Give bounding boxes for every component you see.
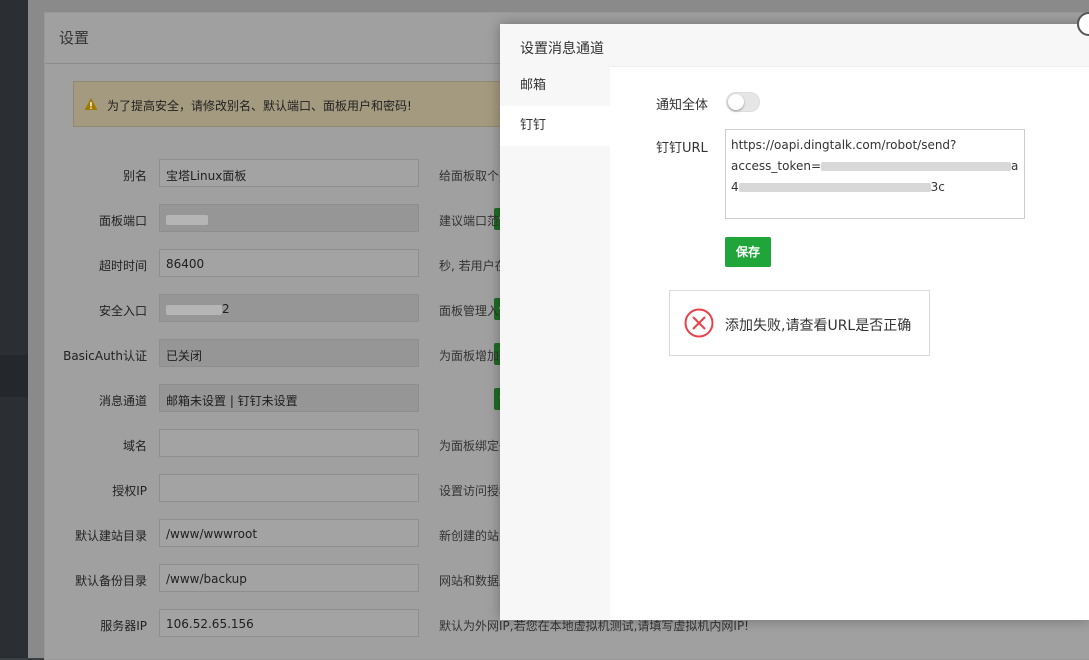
settings-row-label: 默认备份目录: [74, 574, 147, 588]
settings-row-value: 已关闭: [166, 349, 203, 363]
url-line-3-tail: 3c: [930, 180, 945, 194]
toggle-knob: [728, 94, 744, 110]
error-message: 添加失败,请查看URL是否正确: [725, 318, 912, 334]
settings-row-label: 服务器IP: [100, 619, 147, 633]
redacted-value: [166, 304, 222, 315]
settings-row-label: 授权IP: [112, 484, 147, 498]
modal-header: 设置消息通道: [500, 24, 1089, 67]
settings-row-input[interactable]: 宝塔Linux面板: [159, 159, 419, 187]
settings-row-label: 默认建站目录: [74, 529, 147, 543]
settings-row-input[interactable]: 修改: [159, 204, 517, 248]
error-circle-icon: [684, 308, 714, 338]
settings-row-label: 超时时间: [98, 259, 147, 273]
url-line-2-prefix: access_token=: [731, 159, 822, 173]
page-title: 设置: [59, 29, 90, 47]
settings-row-input[interactable]: [159, 474, 419, 502]
settings-row-input[interactable]: /www/wwwroot: [159, 519, 419, 547]
url-line-3-prefix: 4: [731, 180, 739, 194]
settings-row-input[interactable]: 86400: [159, 249, 419, 277]
left-sidebar: [0, 0, 28, 658]
warning-text: 为了提高安全，请修改别名、默认端口、面板用户和密码!: [107, 99, 412, 113]
settings-row-value: 2: [222, 302, 230, 316]
notify-all-toggle[interactable]: [726, 92, 760, 112]
redacted-value: [166, 214, 208, 225]
url-label: 钉钉URL: [656, 141, 708, 156]
modal-tabs: 邮箱 钉钉: [500, 66, 610, 620]
settings-row-value: 106.52.65.156: [166, 617, 254, 631]
settings-row-label: 安全入口: [98, 304, 147, 318]
settings-row-hint: 秒, 若用户在: [439, 259, 507, 273]
redacted-token: [821, 162, 1012, 171]
settings-row-input[interactable]: 2修改: [159, 294, 517, 338]
settings-row-label: 面板端口: [98, 214, 147, 228]
settings-row-input[interactable]: 106.52.65.156: [159, 609, 419, 637]
settings-row-value: 邮箱未设置 | 钉钉未设置: [166, 394, 298, 408]
save-button[interactable]: 保存: [725, 237, 771, 267]
settings-row-input[interactable]: /www/backup: [159, 564, 419, 592]
settings-row-label: BasicAuth认证: [63, 349, 147, 363]
url-line-1: https://oapi.dingtalk.com/robot/send?: [731, 138, 957, 152]
settings-row-value: /www/wwwroot: [166, 527, 258, 541]
settings-row-input[interactable]: 已关闭配置: [159, 339, 517, 383]
tab-dingtalk[interactable]: 钉钉: [500, 106, 610, 146]
tab-email[interactable]: 邮箱: [500, 66, 610, 106]
settings-row-value: /www/backup: [166, 572, 247, 586]
modal-title: 设置消息通道: [520, 41, 604, 57]
notify-all-label: 通知全体: [656, 98, 709, 113]
settings-row-input[interactable]: [159, 429, 419, 457]
dingtalk-url-textarea[interactable]: https://oapi.dingtalk.com/robot/send? ac…: [725, 129, 1025, 219]
settings-row-value: 86400: [166, 257, 205, 271]
sidebar-active-item[interactable]: [0, 355, 28, 397]
url-line-2-tail: a: [1011, 159, 1019, 173]
error-toast: 添加失败,请查看URL是否正确: [669, 290, 930, 356]
settings-row-input[interactable]: 邮箱未设置 | 钉钉未设置设置: [159, 384, 517, 428]
redacted-token: [738, 183, 931, 192]
warning-icon: [84, 98, 98, 110]
settings-row-label: 别名: [122, 169, 147, 183]
settings-row-label: 消息通道: [98, 394, 147, 408]
settings-row-value: 宝塔Linux面板: [166, 169, 247, 183]
settings-row-label: 域名: [122, 439, 147, 453]
